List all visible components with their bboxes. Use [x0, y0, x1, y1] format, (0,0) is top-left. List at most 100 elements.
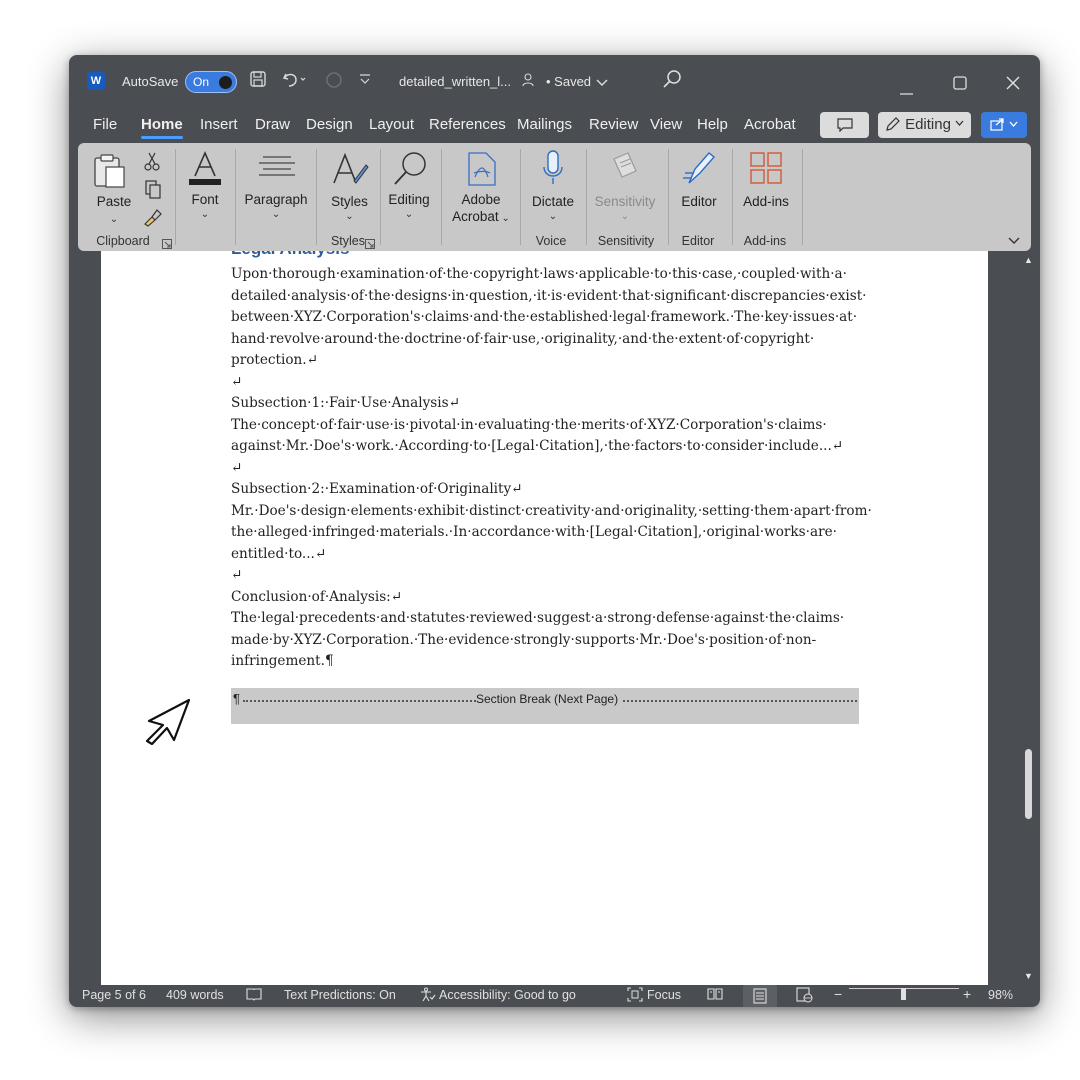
zoom-in-button[interactable]: +: [963, 986, 971, 1002]
dialog-launcher-icon[interactable]: [162, 237, 172, 252]
zoom-out-button[interactable]: −: [834, 986, 842, 1002]
tab-acrobat[interactable]: Acrobat: [744, 116, 796, 133]
saved-status[interactable]: • Saved: [546, 74, 591, 89]
menu-bar: File Home Insert Draw Design Layout Refe…: [69, 109, 1040, 141]
word-window: W AutoSave On detailed_written_l... • Sa…: [69, 55, 1040, 1007]
web-layout-icon[interactable]: [796, 987, 813, 1006]
toggle-knob: [219, 76, 232, 89]
text-line: against·Mr.·Doe's·work.·According·to·[Le…: [231, 438, 844, 454]
read-mode-icon[interactable]: [707, 987, 723, 1004]
editing-mode-button[interactable]: Editing: [878, 112, 971, 138]
editing-button[interactable]: Editing ⌄: [384, 147, 434, 233]
text-line: ↵: [231, 373, 243, 390]
tab-layout[interactable]: Layout: [369, 116, 414, 133]
scroll-down-icon[interactable]: ▼: [1024, 971, 1033, 981]
cut-icon[interactable]: [144, 151, 160, 174]
maximize-icon[interactable]: [953, 75, 967, 95]
separator: [175, 149, 176, 245]
separator: [441, 149, 442, 245]
editor-pen-icon: [683, 152, 716, 184]
customize-icon[interactable]: [359, 72, 371, 89]
subsection-heading: Conclusion·of·Analysis:↵: [231, 588, 403, 605]
tab-file[interactable]: File: [93, 116, 117, 133]
document-name[interactable]: detailed_written_l...: [399, 74, 511, 89]
sensitivity-button: Sensitivity ⌄: [590, 147, 660, 233]
pencil-icon: [886, 117, 900, 131]
format-painter-icon[interactable]: [142, 207, 162, 230]
comment-icon: [836, 118, 853, 133]
section-heading: Legal Analysis: [231, 251, 349, 259]
zoom-level[interactable]: 98%: [988, 988, 1013, 1002]
chevron-down-icon: ⌄: [345, 211, 354, 222]
dialog-launcher-icon[interactable]: [365, 237, 375, 252]
text-line: ↵: [231, 459, 243, 476]
save-icon[interactable]: [249, 70, 267, 93]
undo-icon[interactable]: [281, 70, 307, 93]
collapse-ribbon-icon[interactable]: [1008, 233, 1020, 248]
word-count[interactable]: 409 words: [166, 988, 224, 1002]
tab-home[interactable]: Home: [141, 116, 183, 139]
focus-icon[interactable]: [627, 987, 643, 1005]
styles-label: Styles: [331, 194, 368, 209]
print-layout-view[interactable]: [743, 985, 777, 1007]
tab-references[interactable]: References: [429, 116, 506, 133]
document-page[interactable]: Legal Analysis Upon·thorough·examination…: [101, 251, 988, 985]
separator: [802, 149, 803, 245]
scroll-up-icon[interactable]: ▲: [1024, 255, 1033, 265]
section-break-label: Section Break (Next Page): [476, 692, 619, 706]
acrobat-label: Acrobat: [452, 209, 499, 224]
tab-mailings[interactable]: Mailings: [517, 116, 572, 133]
comments-button[interactable]: [820, 112, 869, 138]
paste-button[interactable]: Paste ⌄: [90, 149, 131, 229]
accessibility-icon[interactable]: [420, 987, 436, 1005]
accessibility-status[interactable]: Accessibility: Good to go: [439, 988, 576, 1002]
font-button[interactable]: Font ⌄: [181, 147, 229, 233]
share-button[interactable]: [981, 112, 1027, 138]
separator: [668, 149, 669, 245]
chevron-down-icon: ⌄: [404, 209, 414, 220]
sensitivity-group-label: Sensitivity: [597, 234, 655, 248]
autosave-state: On: [193, 75, 210, 89]
tab-view[interactable]: View: [650, 116, 682, 133]
text-line: Upon·thorough·examination·of·the·copyrig…: [231, 266, 847, 282]
text-line: The·concept·of·fair·use·is·pivotal·in·ev…: [231, 416, 827, 433]
status-bar: Page 5 of 6 409 words Text Predictions: …: [69, 985, 1040, 1007]
text-line: entitled·to...↵: [231, 545, 327, 562]
scrollbar-thumb[interactable]: [1025, 749, 1032, 819]
proofing-book-icon[interactable]: [246, 987, 262, 1004]
tab-draw[interactable]: Draw: [255, 116, 290, 133]
paragraph-button[interactable]: Paragraph ⌄: [241, 147, 311, 233]
page-count[interactable]: Page 5 of 6: [82, 988, 146, 1002]
add-ins-button[interactable]: Add-ins: [737, 147, 795, 233]
zoom-slider-thumb[interactable]: [900, 988, 906, 1000]
microphone-icon: [543, 150, 563, 184]
dictate-button[interactable]: Dictate ⌄: [525, 147, 581, 233]
word-logo-icon: W: [87, 72, 105, 90]
text-predictions[interactable]: Text Predictions: On: [284, 988, 396, 1002]
editor-button[interactable]: Editor: [673, 147, 725, 233]
search-icon[interactable]: [662, 69, 682, 94]
copy-icon[interactable]: [144, 179, 162, 202]
close-icon[interactable]: [1006, 75, 1020, 95]
styles-icon: [333, 152, 369, 184]
redo-icon[interactable]: [324, 70, 346, 93]
adobe-acrobat-button[interactable]: Adobe Acrobat ⌄: [446, 147, 516, 233]
pilcrow-mark: ¶: [233, 691, 240, 706]
add-ins-label: Add-ins: [743, 194, 789, 209]
chevron-down-icon[interactable]: [596, 76, 608, 91]
tab-review[interactable]: Review: [589, 116, 638, 133]
autosave-toggle[interactable]: On: [185, 71, 237, 93]
tab-insert[interactable]: Insert: [200, 116, 238, 133]
text-line: The·legal·precedents·and·statutes·review…: [231, 610, 845, 626]
tab-design[interactable]: Design: [306, 116, 353, 133]
editor-group-label: Editor: [681, 234, 715, 248]
text-line: Mr.·Doe's·design·elements·exhibit·distin…: [231, 502, 872, 519]
chevron-down-icon: ⌄: [271, 209, 281, 220]
focus-label[interactable]: Focus: [647, 988, 681, 1002]
vertical-scrollbar[interactable]: ▲ ▼: [1019, 251, 1038, 985]
chevron-down-icon: ⌄: [620, 211, 630, 222]
minimize-icon[interactable]: [900, 80, 914, 100]
section-break[interactable]: ¶ Section Break (Next Page): [231, 688, 859, 724]
styles-button[interactable]: Styles ⌄: [322, 147, 377, 233]
tab-help[interactable]: Help: [697, 116, 728, 133]
